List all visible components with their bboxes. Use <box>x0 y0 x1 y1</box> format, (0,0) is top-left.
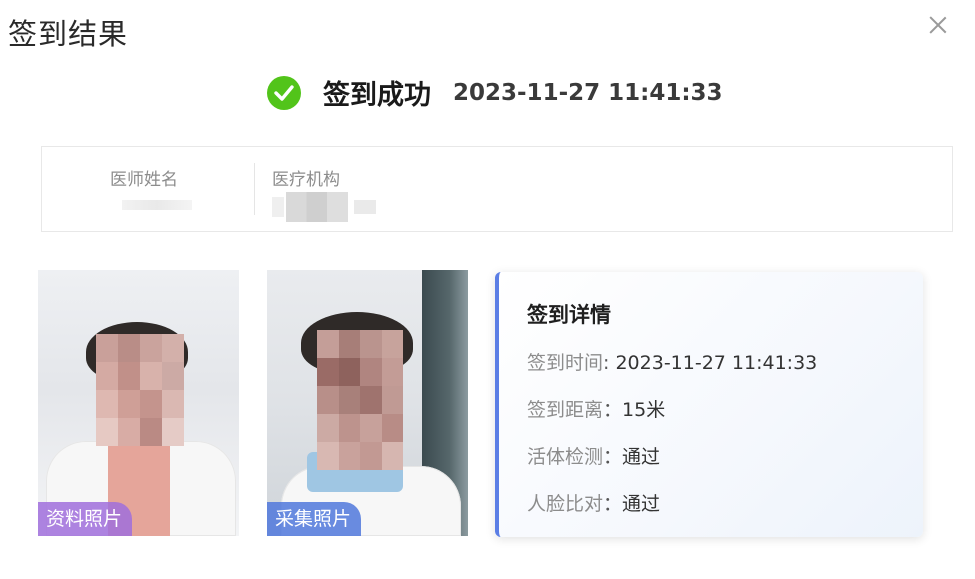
detail-value: 15米 <box>622 399 666 421</box>
close-icon[interactable] <box>925 12 951 38</box>
capture-photo-tag: 采集照片 <box>267 502 362 536</box>
detail-value: 2023-11-27 11:41:33 <box>615 352 818 374</box>
result-status: 签到成功 <box>323 80 431 111</box>
institution-label: 医疗机构 <box>272 170 340 190</box>
profile-photo-tag: 资料照片 <box>38 502 133 536</box>
detail-value: 通过 <box>622 446 661 468</box>
doctor-name-label: 医师姓名 <box>110 170 178 190</box>
detail-label: 活体检测 <box>527 446 604 468</box>
success-check-icon <box>267 75 301 110</box>
info-divider <box>254 163 255 215</box>
detail-title: 签到详情 <box>527 303 611 327</box>
detail-separator: ： <box>603 493 623 515</box>
detail-row-checkin-time: 签到时间: 2023-11-27 11:41:33 <box>527 350 923 376</box>
detail-separator: ： <box>603 446 623 468</box>
checkin-detail-card: 签到详情 签到时间: 2023-11-27 11:41:33 签到距离：15米 … <box>495 272 923 537</box>
detail-separator: : <box>603 352 616 374</box>
detail-label: 签到时间 <box>527 352 604 374</box>
institution-value-redacted <box>272 192 376 222</box>
institution-field: 医疗机构 <box>272 165 376 222</box>
doctor-name-field: 医师姓名 <box>110 165 192 222</box>
dialog-title: 签到结果 <box>8 17 129 51</box>
capture-photo: 采集照片 <box>267 270 468 536</box>
checkin-result: 签到成功 2023-11-27 11:41:33 <box>267 73 723 112</box>
profile-photo: 资料照片 <box>38 270 239 536</box>
detail-row-face-match: 人脸比对：通过 <box>527 491 923 517</box>
doctor-info-panel: 医师姓名 医疗机构 <box>41 146 953 232</box>
result-timestamp: 2023-11-27 11:41:33 <box>453 79 723 106</box>
detail-separator: ： <box>603 399 623 421</box>
detail-label: 签到距离 <box>527 399 604 421</box>
detail-row-distance: 签到距离：15米 <box>527 397 923 423</box>
doctor-name-value-redacted <box>110 200 192 222</box>
detail-value: 通过 <box>622 493 661 515</box>
detail-label: 人脸比对 <box>527 493 604 515</box>
detail-row-liveness: 活体检测：通过 <box>527 444 923 470</box>
